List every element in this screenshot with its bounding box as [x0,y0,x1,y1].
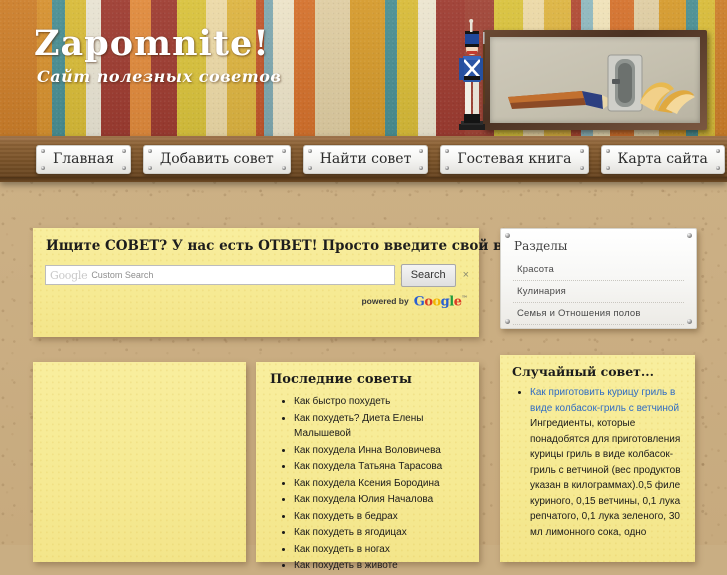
pin-icon [505,319,510,324]
tip-link[interactable]: Как похудела Юлия Началова [294,494,433,505]
sections-list: Красота Кулинария Семья и Отношения полов [513,259,684,325]
latest-tips-list: Как быстро похудеть Как похудеть? Диета Е… [278,394,471,575]
tip-link[interactable]: Как похудела Татьяна Тарасова [294,461,442,472]
nav-item-label: Гостевая книга [457,150,572,167]
list-item: Как похудела Ксения Бородина [294,476,471,492]
main-navigation: Главная Добавить совет Найти совет Гостевая… [0,136,727,182]
logo-wordmark: Zapomnite! [34,23,270,64]
nav-item-1[interactable]: Главная [36,144,131,174]
section-item-2[interactable]: Кулинария [513,281,684,303]
search-headline: Ищите СОВЕТ? У нас есть ОТВЕТ! Просто вв… [46,238,553,254]
latest-tips-title: Последние советы [270,372,412,387]
screw-icon [579,165,584,170]
random-tip-body: Ингредиенты, которые понадобятся для при… [530,418,681,538]
sections-title: Разделы [514,239,568,253]
screw-icon [147,165,152,170]
page-background: Zapomnite! Сайт полезных советов Главная… [0,0,727,571]
random-tip-panel: Случайный совет... Как приготовить куриц… [500,355,695,562]
tip-link[interactable]: Как похудела Ксения Бородина [294,478,440,489]
logo-tagline: Сайт полезных советов [37,67,282,86]
nav-item-4[interactable]: Гостевая книга [440,144,589,174]
screw-icon [419,165,424,170]
framed-picture [483,30,707,130]
search-panel: Ищите СОВЕТ? У нас есть ОТВЕТ! Просто вв… [33,228,553,337]
list-item: Как похудеть в бедрах [294,509,471,525]
search-button[interactable]: Search [400,263,456,287]
screw-icon [307,165,312,170]
search-placeholder: Custom Search [91,270,154,280]
list-item: Как похудела Татьяна Тарасова [294,459,471,475]
nav-item-label: Карта сайта [617,150,708,167]
pin-icon [505,233,510,238]
sharpener-illustration [508,54,695,114]
nav-item-3[interactable]: Найти совет [302,144,429,174]
list-item: Как быстро похудеть [294,394,471,410]
random-tip-link[interactable]: Как приготовить курицу гриль в виде колб… [530,387,679,414]
tip-link[interactable]: Как похудеть в ногах [294,544,390,555]
screw-icon [715,165,720,170]
left-sidebar-panel [33,362,246,562]
nav-item-5[interactable]: Карта сайта [600,144,725,174]
tip-link[interactable]: Как быстро похудеть [294,396,390,407]
section-item-3[interactable]: Семья и Отношения полов [513,303,684,325]
search-row: Google Custom Search Search × [45,263,469,287]
list-item: Как приготовить курицу гриль в виде колб… [530,385,687,540]
google-watermark-icon: Google [50,268,88,282]
search-input[interactable]: Google Custom Search [45,265,395,285]
nav-item-label: Найти совет [319,150,412,167]
picture-canvas [490,37,700,123]
list-item: Как похудеть в животе [294,558,471,574]
list-item: Как похудеть в ягодицах [294,525,471,541]
site-logo[interactable]: Zapomnite! Сайт полезных советов [34,26,281,86]
screw-icon [41,165,45,170]
tip-link[interactable]: Как похудеть в ягодицах [294,527,407,538]
nav-item-2[interactable]: Добавить совет [142,144,291,174]
list-item: Как похудела Юлия Началова [294,492,471,508]
powered-by-label: powered by [361,296,409,307]
google-logo-icon: Google™ [413,294,468,310]
screw-icon [445,165,450,170]
site-header: Zapomnite! Сайт полезных советов [0,0,727,136]
pin-icon [687,233,692,238]
toy-soldier-icon [459,19,485,130]
powered-by-google: powered by Google™ [361,292,467,308]
nav-shelf: Главная Добавить совет Найти совет Гостевая… [0,136,727,182]
tip-link[interactable]: Как похудеть? Диета Елены Малышевой [294,413,423,440]
list-item: Как похудеть? Диета Елены Малышевой [294,411,471,442]
sections-panel: Разделы Красота Кулинария Семья и Отношени… [500,228,697,329]
shelf-edge [0,177,727,182]
tip-link[interactable]: Как похудеть в бедрах [294,511,398,522]
tip-link[interactable]: Как похудеть в животе [294,560,398,571]
random-tip-title: Случайный совет... [512,364,654,379]
list-item: Как похудела Инна Воловичева [294,443,471,459]
pin-icon [687,319,692,324]
tip-link[interactable]: Как похудела Инна Воловичева [294,445,441,456]
nav-item-label: Добавить совет [159,150,274,167]
screw-icon [121,165,126,170]
latest-tips-panel: Последние советы Как быстро похудеть Как … [256,362,479,571]
nav-item-label: Главная [53,150,114,167]
screw-icon [281,165,286,170]
section-item-1[interactable]: Красота [513,259,684,281]
clear-search-icon[interactable]: × [463,269,469,281]
screw-icon [605,165,610,170]
list-item: Как похудеть в ногах [294,542,471,558]
random-tip-list: Как приготовить курицу гриль в виде колб… [514,385,687,540]
